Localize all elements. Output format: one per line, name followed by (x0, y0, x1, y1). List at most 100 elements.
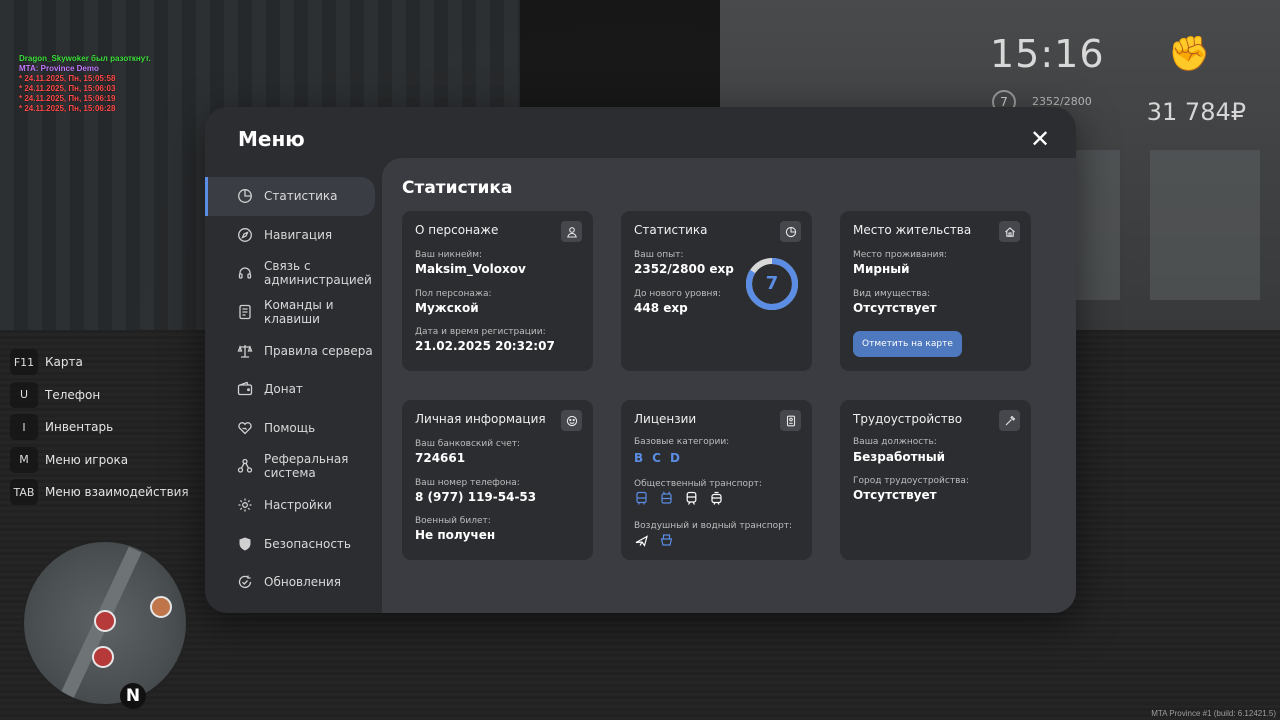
sidebar-item-security[interactable]: Безопасность (205, 524, 381, 563)
hud-money: 31 784₽ (1146, 98, 1246, 126)
card-residence: Место жительства Место проживания: Мирны… (840, 211, 1031, 371)
field-label: Базовые категории: (634, 437, 730, 447)
key-hint-map: F11 Карта (10, 346, 189, 379)
sidebar-item-help[interactable]: Помощь (205, 409, 381, 448)
key-cap: U (10, 381, 38, 408)
key-hints: F11 Карта U Телефон I Инвентарь M Меню и… (10, 346, 189, 509)
sidebar-item-label: Реферальная система (264, 452, 349, 481)
sidebar-item-rules[interactable]: Правила сервера (205, 331, 381, 370)
chat-line: MTA: Province Demo (19, 64, 99, 73)
sidebar-item-label: Статистика (264, 189, 338, 204)
minimap (22, 540, 188, 706)
field-label: Город трудоустройства: (853, 476, 969, 486)
headset-icon (237, 265, 253, 281)
house-icon[interactable] (999, 221, 1020, 242)
chat-line: * 24.11.2025, Пн, 15:05:58 (19, 74, 116, 83)
key-hint-phone: U Телефон (10, 379, 189, 412)
key-cap: F11 (10, 349, 38, 376)
card-employment: Трудоустройство Ваша должность: Безработ… (840, 400, 1031, 560)
field-label: Воздушный и водный транспорт: (634, 521, 793, 531)
sidebar-item-admin-contact[interactable]: Связь с администрацией (205, 254, 381, 293)
license-category: D (669, 451, 680, 465)
key-label: Меню игрока (45, 452, 129, 467)
compass-icon (237, 227, 253, 243)
card-title: Место жительства (853, 223, 972, 237)
content-title: Статистика (402, 178, 513, 198)
badge-icon[interactable] (780, 410, 801, 431)
field-label: Ваша должность: (853, 437, 937, 447)
chat-log: Dragon_Skywoker был разоткнут. MTA: Prov… (19, 54, 151, 114)
card-title: Личная информация (415, 412, 546, 426)
card-licenses: Лицензии Базовые категории: B C D Общест… (621, 400, 812, 560)
pie-chart-icon (237, 188, 253, 204)
license-category: C (652, 451, 661, 465)
sidebar-item-updates[interactable]: Обновления (205, 563, 381, 602)
minimap-marker-icon (150, 596, 172, 618)
public-transport-icons (634, 491, 724, 506)
field-label: Вид имущества: (853, 289, 931, 299)
residence-value: Мирный (853, 262, 910, 276)
trolleybus-icon (659, 491, 674, 506)
key-hint-player-menu: M Меню игрока (10, 444, 189, 477)
key-label: Карта (45, 355, 83, 370)
card-character: О персонаже Ваш никнейм: Maksim_Voloxov … (402, 211, 593, 371)
license-category: B (634, 451, 644, 465)
document-icon (237, 304, 253, 320)
sidebar-item-label: Помощь (264, 420, 316, 435)
sidebar-item-navigation[interactable]: Навигация (205, 216, 381, 255)
network-icon (237, 458, 253, 474)
sidebar-item-referral[interactable]: Реферальная система (205, 447, 381, 486)
gear-icon (237, 497, 253, 513)
license-categories: B C D (634, 451, 680, 465)
phone-value: 8 (977) 119-54-53 (415, 490, 537, 504)
key-cap: I (10, 414, 38, 441)
refresh-check-icon (237, 574, 253, 590)
fist-icon: ✊ (1168, 34, 1211, 74)
field-label: Ваш никнейм: (415, 250, 483, 260)
id-face-icon[interactable] (561, 410, 582, 431)
bank-account-value: 724661 (415, 451, 466, 465)
card-title: О персонаже (415, 223, 499, 237)
north-indicator: N (120, 683, 146, 709)
sidebar-item-commands[interactable]: Команды и клавиши (205, 293, 381, 332)
key-cap: M (10, 446, 38, 473)
sidebar-item-label: Правила сервера (264, 343, 373, 358)
plane-icon (634, 533, 649, 548)
tools-icon[interactable] (999, 410, 1020, 431)
chat-line: * 24.11.2025, Пн, 15:06:19 (19, 94, 116, 103)
hud-clock: 15:16 (990, 32, 1105, 76)
sidebar-item-label: Команды и клавиши (264, 298, 334, 327)
sidebar-item-settings[interactable]: Настройки (205, 486, 381, 525)
level-number: 7 (765, 273, 779, 294)
field-label: Место проживания: (853, 250, 947, 260)
card-title: Лицензии (634, 412, 697, 426)
military-value: Не получен (415, 528, 496, 542)
close-button[interactable]: ✕ (1027, 126, 1053, 152)
minimap-marker-icon (92, 646, 114, 668)
field-label: Ваш банковский счет: (415, 439, 521, 449)
sidebar-item-label: Безопасность (264, 536, 351, 551)
gender-value: Мужской (415, 301, 479, 315)
menu-window: Меню ✕ Статистика Навигация Связь с адми… (205, 107, 1076, 613)
sidebar-item-statistics[interactable]: Статистика (205, 177, 375, 216)
field-label: До нового уровня: (634, 289, 721, 299)
mark-on-map-button[interactable]: Отметить на карте (853, 331, 962, 357)
property-value: Отсутствует (853, 301, 937, 315)
job-city-value: Отсутствует (853, 488, 937, 502)
train-icon (684, 491, 699, 506)
card-title: Статистика (634, 223, 708, 237)
key-hint-interaction-menu: TAB Меню взаимодействия (10, 476, 189, 509)
pie-chart-icon[interactable] (780, 221, 801, 242)
key-cap: TAB (10, 479, 38, 506)
field-label: Ваш номер телефона: (415, 478, 520, 488)
user-icon[interactable] (561, 221, 582, 242)
scales-icon (237, 343, 253, 359)
minimap-marker-icon (94, 610, 116, 632)
sidebar: Статистика Навигация Связь с администрац… (205, 177, 381, 602)
registration-value: 21.02.2025 20:32:07 (415, 339, 555, 353)
sidebar-item-label: Настройки (264, 498, 332, 513)
sidebar-item-donate[interactable]: Донат (205, 370, 381, 409)
sidebar-item-label: Донат (264, 382, 303, 397)
card-stats: Статистика Ваш опыт: 2352/2800 exp До но… (621, 211, 812, 371)
sidebar-item-label: Навигация (264, 227, 333, 242)
